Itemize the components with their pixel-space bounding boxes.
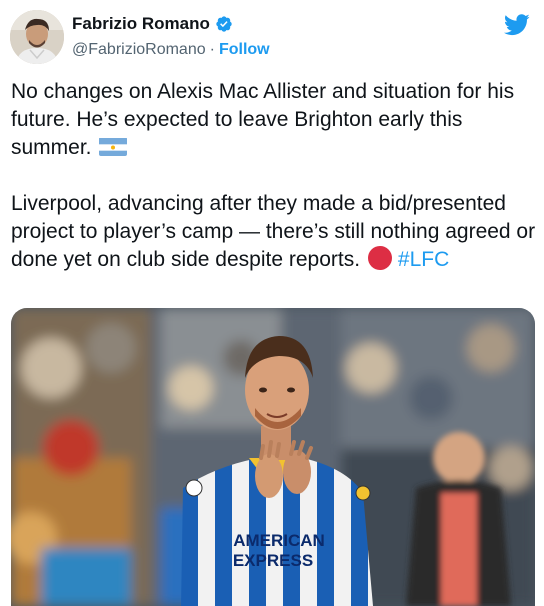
- verified-badge-icon: [216, 16, 232, 32]
- sponsor-line-2: EXPRESS: [233, 551, 313, 570]
- follow-button[interactable]: Follow: [219, 40, 270, 60]
- tweet-paragraph-2: Liverpool, advancing after they made a b…: [11, 190, 537, 274]
- author-handle[interactable]: @FabrizioRomano: [72, 40, 206, 60]
- tweet-paragraph-2-text: Liverpool, advancing after they made a b…: [11, 192, 536, 271]
- separator-dot: ·: [209, 41, 215, 58]
- twitter-bird-icon[interactable]: [504, 14, 530, 36]
- avatar[interactable]: [10, 10, 64, 64]
- tweet-photo[interactable]: AMERICAN EXPRESS: [11, 308, 535, 606]
- author-name-row: Fabrizio Romano: [72, 14, 233, 34]
- hashtag-link[interactable]: #LFC: [398, 248, 449, 271]
- author-handle-row: @FabrizioRomano · Follow: [72, 40, 270, 60]
- sponsor-line-1: AMERICAN: [233, 531, 325, 550]
- red-circle-icon: [367, 246, 392, 270]
- tweet-text: No changes on Alexis Mac Allister and si…: [11, 78, 537, 274]
- tweet-paragraph-1-text: No changes on Alexis Mac Allister and si…: [11, 80, 515, 159]
- tweet-card: Fabrizio Romano @FabrizioRomano · Follow…: [0, 0, 544, 606]
- display-name[interactable]: Fabrizio Romano: [72, 14, 210, 34]
- argentina-flag-icon: [99, 137, 128, 156]
- tweet-paragraph-1: No changes on Alexis Mac Allister and si…: [11, 78, 537, 162]
